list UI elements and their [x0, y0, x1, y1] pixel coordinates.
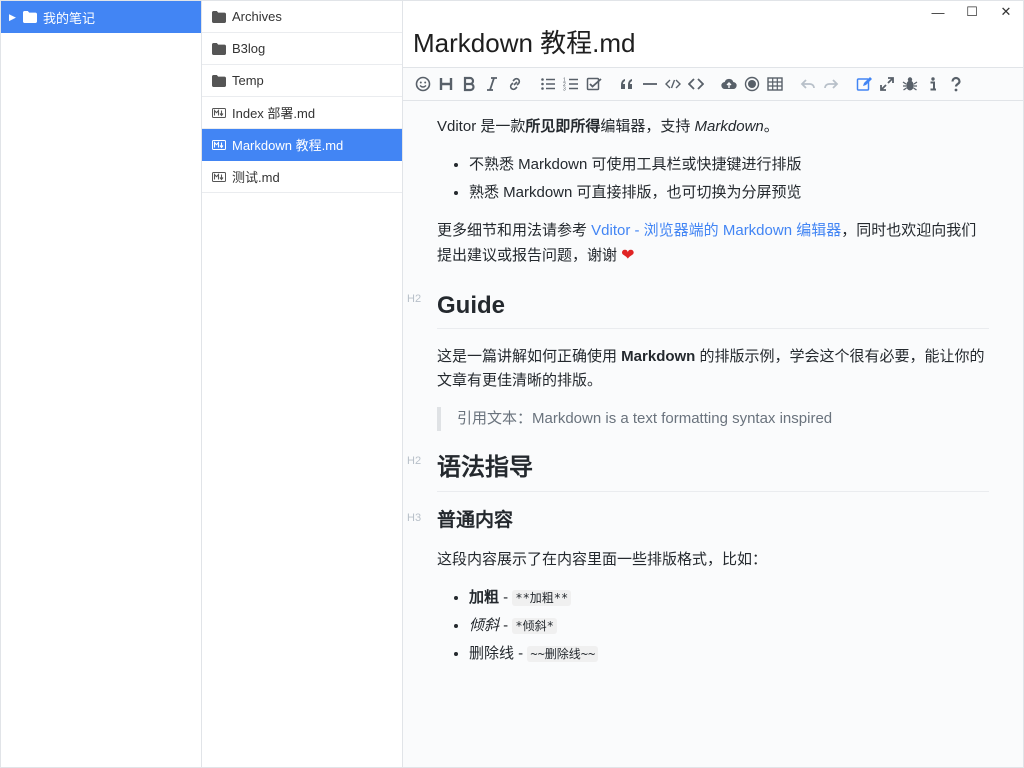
- file-item-label: B3log: [232, 41, 266, 56]
- line-icon[interactable]: [638, 72, 661, 96]
- editor-panel: Markdown 教程.md — ☐ ✕ 123 Vditor 是一款所见即所得…: [403, 1, 1023, 767]
- tree-item-label: 我的笔记: [43, 10, 96, 26]
- list-icon[interactable]: [536, 72, 559, 96]
- file-item-test[interactable]: 测试.md: [202, 161, 402, 193]
- inline-code-icon[interactable]: [661, 72, 684, 96]
- folder-icon: [212, 42, 226, 56]
- bold-sample: 加粗: [469, 589, 500, 607]
- table-icon[interactable]: [763, 72, 786, 96]
- italic-sample: 倾斜: [469, 617, 500, 635]
- emoji-icon[interactable]: [411, 72, 434, 96]
- vditor-link[interactable]: Vditor - 浏览器端的 Markdown 编辑器: [591, 222, 841, 239]
- inline-code: **加粗**: [512, 590, 572, 607]
- file-item-label: Archives: [232, 9, 282, 24]
- italic-icon[interactable]: [480, 72, 503, 96]
- list-item: 熟悉 Markdown 可直接排版，也可切换为分屏预览: [469, 181, 989, 205]
- intro-paragraph: Vditor 是一款所见即所得编辑器，支持 Markdown。: [437, 115, 989, 139]
- normal-paragraph: 这段内容展示了在内容里面一些排版格式，比如：: [437, 551, 768, 569]
- list-item: 删除线 - ~~删除线~~: [469, 642, 989, 666]
- file-item-archives[interactable]: Archives: [202, 1, 402, 33]
- normal-heading-block: H3 普通内容: [407, 508, 989, 535]
- heading-level-marker: H3: [407, 511, 422, 524]
- heart-icon: ❤: [621, 247, 635, 264]
- separator: -: [499, 617, 513, 635]
- link-icon[interactable]: [503, 72, 526, 96]
- file-item-label: 测试.md: [232, 170, 280, 185]
- quote-icon[interactable]: [615, 72, 638, 96]
- intro-italic: Markdown: [694, 118, 764, 135]
- editor-content[interactable]: Vditor 是一款所见即所得编辑器，支持 Markdown。 不熟悉 Mark…: [403, 101, 1023, 767]
- style-list: 加粗 - **加粗** 倾斜 - *倾斜* 删除线 - ~~删除线~~: [469, 586, 989, 666]
- file-item-temp[interactable]: Temp: [202, 65, 402, 97]
- inline-code: *倾斜*: [512, 618, 557, 635]
- file-item-label: Index 部署.md: [232, 106, 316, 121]
- intro-text: Vditor 是一款: [437, 118, 526, 135]
- inline-code: ~~删除线~~: [527, 646, 599, 663]
- heading-icon[interactable]: [434, 72, 457, 96]
- bold-icon[interactable]: [457, 72, 480, 96]
- record-icon[interactable]: [740, 72, 763, 96]
- code-icon[interactable]: [684, 72, 707, 96]
- caret-right-icon[interactable]: ▶: [9, 12, 19, 23]
- strike-sample: 删除线: [469, 645, 515, 663]
- markdown-icon: [212, 138, 226, 152]
- guide-paragraph: 这是一篇讲解如何正确使用 Markdown 的排版示例，学会这个很有必要，能让你…: [437, 345, 989, 393]
- feature-list: 不熟悉 Markdown 可使用工具栏或快捷键进行排版 熟悉 Markdown …: [469, 153, 989, 205]
- separator: -: [514, 645, 528, 663]
- file-item-index[interactable]: Index 部署.md: [202, 97, 402, 129]
- folder-icon: [212, 10, 226, 24]
- normal-heading: 普通内容: [437, 509, 514, 531]
- intro-text: 。: [763, 118, 779, 135]
- tree-item-my-notes[interactable]: ▶ 我的笔记: [1, 1, 201, 33]
- help-icon[interactable]: [944, 72, 967, 96]
- syntax-heading: 语法指导: [437, 451, 989, 492]
- separator: -: [499, 589, 513, 607]
- guide-heading: Guide: [437, 289, 989, 330]
- folder-icon: [212, 74, 226, 88]
- markdown-icon: [212, 106, 226, 120]
- title-bar: Markdown 教程.md — ☐ ✕: [403, 1, 1023, 67]
- redo-icon[interactable]: [819, 72, 842, 96]
- info-icon[interactable]: [921, 72, 944, 96]
- window-controls: — ☐ ✕: [921, 1, 1023, 23]
- intro-text: 编辑器，支持: [600, 118, 695, 135]
- more-paragraph: 更多细节和用法请参考 Vditor - 浏览器端的 Markdown 编辑器，同…: [437, 219, 989, 269]
- svg-text:3: 3: [563, 87, 566, 93]
- guide-bold: Markdown: [621, 348, 696, 366]
- file-item-markdown-tutorial[interactable]: Markdown 教程.md: [202, 129, 402, 161]
- ordered-list-icon[interactable]: 123: [559, 72, 582, 96]
- close-button[interactable]: ✕: [989, 1, 1023, 23]
- more-text: 更多细节和用法请参考: [437, 222, 592, 239]
- heading-level-marker: H2: [407, 292, 422, 305]
- list-item: 加粗 - **加粗**: [469, 586, 989, 610]
- blockquote: 引用文本：Markdown is a text formatting synta…: [437, 407, 989, 432]
- maximize-button[interactable]: ☐: [955, 1, 989, 23]
- file-item-b3log[interactable]: B3log: [202, 33, 402, 65]
- check-icon[interactable]: [582, 72, 605, 96]
- folder-icon: [23, 11, 37, 23]
- markdown-icon: [212, 170, 226, 184]
- file-list: Archives B3log Temp Index 部署.md Markdown…: [202, 1, 403, 767]
- app-window: ▶ 我的笔记 Archives B3log Temp Index 部署.md M…: [0, 0, 1024, 768]
- heading-level-marker: H2: [407, 455, 422, 468]
- upload-icon[interactable]: [717, 72, 740, 96]
- document-title[interactable]: Markdown 教程.md: [413, 23, 636, 60]
- list-item: 不熟悉 Markdown 可使用工具栏或快捷键进行排版: [469, 153, 989, 177]
- undo-icon[interactable]: [796, 72, 819, 96]
- minimize-button[interactable]: —: [921, 1, 955, 23]
- guide-text: 这是一篇讲解如何正确使用: [437, 348, 622, 366]
- edit-mode-icon[interactable]: [852, 72, 875, 96]
- editor-toolbar: 123: [403, 67, 1023, 101]
- intro-bold: 所见即所得: [525, 118, 601, 135]
- syntax-heading-block: H2 语法指导: [407, 451, 989, 492]
- devtools-icon[interactable]: [898, 72, 921, 96]
- list-item: 倾斜 - *倾斜*: [469, 614, 989, 638]
- file-item-label: Temp: [232, 73, 264, 88]
- file-item-label: Markdown 教程.md: [232, 138, 344, 153]
- guide-heading-block: H2 Guide: [407, 289, 989, 330]
- fullscreen-icon[interactable]: [875, 72, 898, 96]
- notebook-tree: ▶ 我的笔记: [1, 1, 202, 767]
